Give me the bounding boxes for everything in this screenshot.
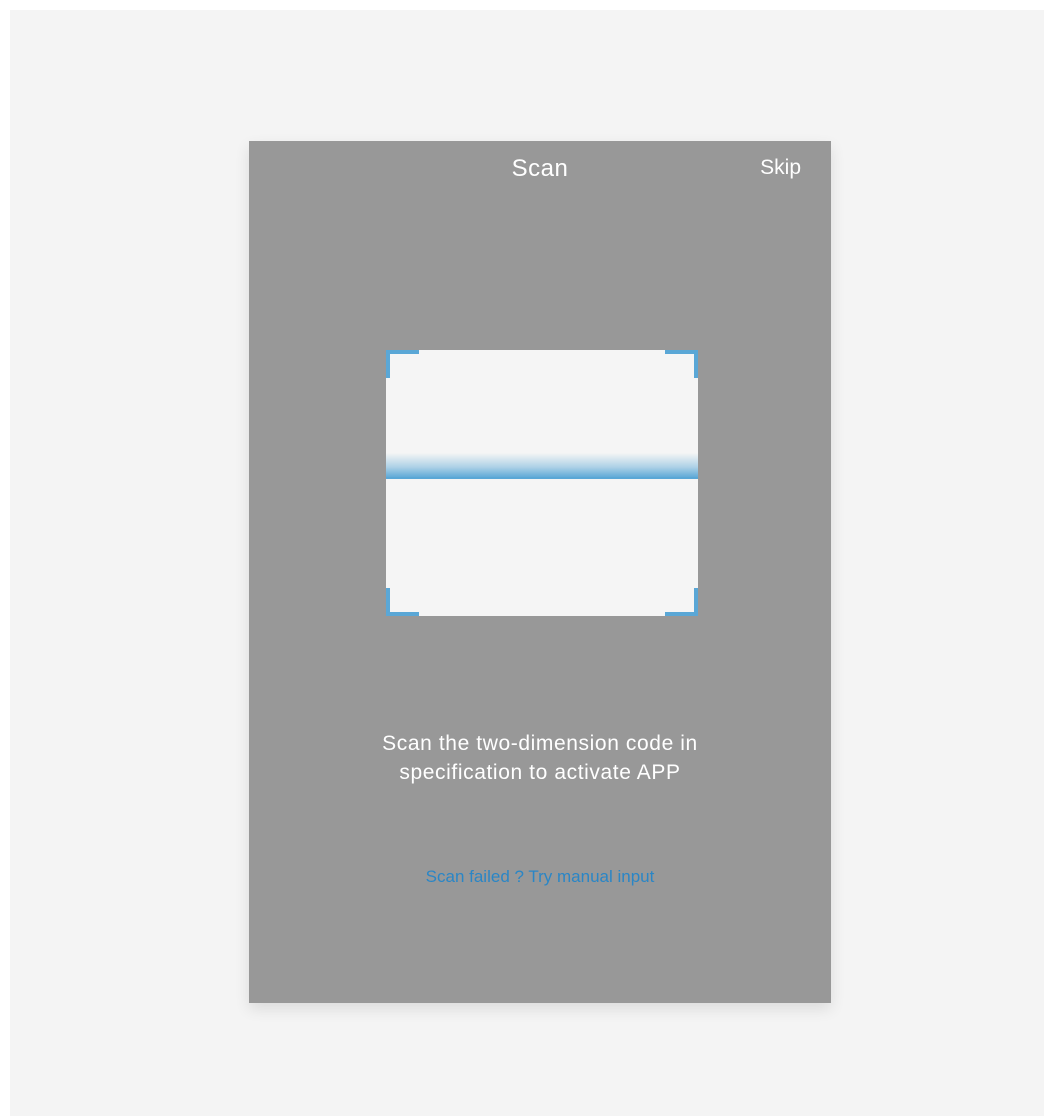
page-background: Scan Skip Scan the two-dimension code in… (10, 10, 1044, 1116)
skip-button[interactable]: Skip (760, 156, 801, 180)
scan-line-edge (386, 477, 698, 479)
scan-corner-bottom-left-icon (386, 588, 419, 616)
scan-corner-bottom-right-icon (665, 588, 698, 616)
page-title: Scan (511, 155, 569, 182)
instruction-line-2: specification to activate APP (399, 761, 681, 784)
manual-input-link[interactable]: Scan failed ? Try manual input (249, 867, 831, 887)
scan-corner-top-right-icon (665, 350, 698, 378)
instruction-line-1: Scan the two-dimension code in (382, 732, 698, 755)
scan-corner-top-left-icon (386, 350, 419, 378)
scan-line (386, 453, 698, 478)
scan-instruction: Scan the two-dimension code in specifica… (249, 729, 831, 787)
scan-screen: Scan Skip Scan the two-dimension code in… (249, 141, 831, 1003)
qr-scan-frame (386, 350, 698, 616)
